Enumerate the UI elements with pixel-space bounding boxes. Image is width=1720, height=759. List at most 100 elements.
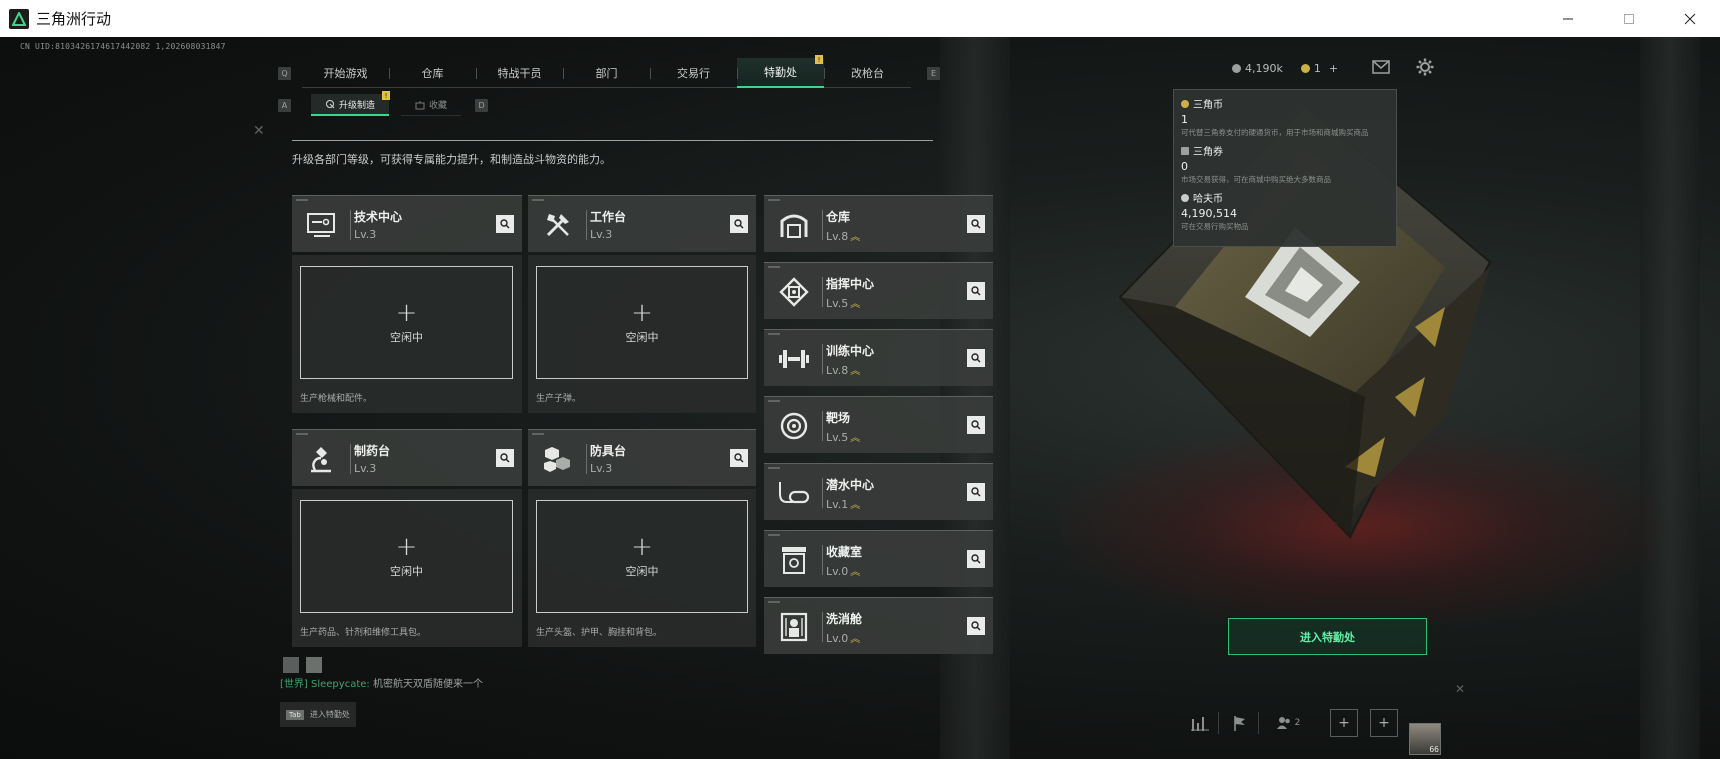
close-window-button[interactable]	[1659, 0, 1720, 37]
search-icon[interactable]	[967, 483, 985, 501]
tab-label: 部门	[595, 67, 618, 80]
subnav-prev-key[interactable]: A	[278, 98, 291, 112]
search-icon[interactable]	[967, 215, 985, 233]
search-icon[interactable]	[967, 282, 985, 300]
search-icon[interactable]	[967, 349, 985, 367]
card-warehouse[interactable]: 仓库 Lv.8 ︽	[764, 195, 993, 252]
tab-warehouse[interactable]: 仓库	[389, 58, 476, 88]
tab-label: 开始游戏	[323, 67, 368, 80]
enter-special-ops-button[interactable]: 进入特勤处	[1228, 618, 1427, 655]
card-pharmacy[interactable]: 制药台 Lv.3	[292, 429, 522, 486]
intro-text: 升级各部门等级，可获得专属能力提升，和制造战斗物资的能力。	[292, 153, 611, 166]
search-icon[interactable]	[967, 617, 985, 635]
settings-gear-icon[interactable]	[1416, 58, 1434, 80]
subnav-next-key[interactable]: D	[475, 98, 489, 112]
tab-start-game[interactable]: 开始游戏	[302, 58, 389, 88]
tab-operators[interactable]: 特战干员	[476, 58, 563, 88]
flag-icon[interactable]	[1226, 709, 1254, 737]
chat-text: 机密航天双盾随便来一个	[372, 679, 483, 690]
currency-bar: 4,190k 1 +	[1232, 59, 1338, 77]
card-level-row: Lv.5 ︽	[826, 429, 860, 444]
close-icon[interactable]: ✕	[253, 123, 265, 139]
chat-message[interactable]: [世界] Sleepycate: 机密航天双盾随便来一个	[280, 675, 483, 690]
card-level: Lv.3	[590, 462, 613, 475]
card-level: Lv.8	[826, 230, 849, 243]
production-slot[interactable]: + 空闲中	[536, 500, 748, 613]
search-icon[interactable]	[730, 215, 748, 233]
hafu-amount[interactable]: 4,190k	[1245, 62, 1283, 75]
mail-icon[interactable]	[1372, 59, 1390, 78]
card-diving-center[interactable]: 潜水中心 Lv.1 ︽	[764, 463, 993, 520]
card-workbench[interactable]: 工作台 Lv.3	[528, 195, 756, 252]
slot-status: 空闲中	[390, 330, 423, 344]
alert-badge: !	[815, 55, 823, 64]
tab-department[interactable]: 部门	[563, 58, 650, 88]
add-squad-slot-button[interactable]: +	[1330, 709, 1358, 737]
card-name: 潜水中心	[826, 478, 875, 492]
card-training-center[interactable]: 训练中心 Lv.8 ︽	[764, 329, 993, 386]
add-squad-slot-button[interactable]: +	[1370, 709, 1398, 737]
card-name: 制药台	[354, 444, 391, 458]
production-description: 生产头盔、护甲、胸挂和背包。	[536, 628, 663, 638]
search-icon[interactable]	[967, 550, 985, 568]
search-icon[interactable]	[496, 449, 514, 467]
currency-name: 三角券	[1193, 147, 1223, 158]
toolbar-divider	[1218, 712, 1219, 734]
game-viewport: CN UID:8103426174617442082 1,20260803184…	[0, 37, 1720, 759]
squad-icon[interactable]: 2	[1268, 709, 1308, 737]
tab-hint-label: 进入特勤处	[309, 710, 350, 719]
player-avatar[interactable]: 66	[1409, 723, 1441, 755]
app-logo-icon	[9, 8, 29, 29]
card-name: 靶场	[826, 411, 851, 425]
currency-value: 0	[1181, 160, 1188, 173]
tab-special-ops[interactable]: 特勤处 !	[737, 55, 824, 88]
card-level-row: Lv.5 ︽	[826, 295, 860, 310]
subtab-upgrade-craft[interactable]: 升级制造 !	[311, 91, 391, 116]
close-icon[interactable]: ✕	[1455, 682, 1465, 696]
subtab-collection[interactable]: 收藏	[401, 94, 462, 116]
sanjiao-amount[interactable]: 1	[1314, 62, 1321, 75]
stats-chart-icon[interactable]	[1186, 709, 1214, 737]
tab-trading[interactable]: 交易行	[650, 58, 737, 88]
sanjiao-voucher-icon	[1181, 146, 1189, 155]
card-level-row: Lv.0 ︽	[826, 563, 860, 578]
tab-hint[interactable]: Tab 进入特勤处	[280, 702, 356, 727]
card-name: 技术中心	[354, 210, 403, 224]
search-icon[interactable]	[967, 416, 985, 434]
minimize-button[interactable]	[1537, 0, 1598, 37]
currency-note: 可代替三角券支付的硬通货币，用于市场和商城购买商品	[1181, 128, 1369, 137]
window-titlebar: 三角洲行动	[0, 0, 1720, 37]
tab-gunsmith[interactable]: 改枪台	[824, 58, 911, 88]
card-level: Lv.5	[826, 431, 849, 444]
nav-next-key[interactable]: E	[927, 66, 940, 80]
card-level: Lv.3	[590, 228, 613, 241]
card-name: 工作台	[590, 210, 627, 224]
card-armor-bench[interactable]: 防具台 Lv.3	[528, 429, 756, 486]
card-level: Lv.1	[826, 498, 849, 511]
tab-label: 交易行	[677, 67, 710, 80]
sanjiao-coin-icon	[1181, 99, 1189, 108]
maximize-button[interactable]	[1598, 0, 1659, 37]
production-slot[interactable]: + 空闲中	[300, 500, 513, 613]
currency-tooltip: 三角币 1 可代替三角券支付的硬通货币，用于市场和商城购买商品 三角券 0 市场…	[1173, 89, 1397, 247]
nav-prev-key[interactable]: Q	[278, 66, 291, 80]
card-collection-room[interactable]: 收藏室 Lv.0 ︽	[764, 530, 993, 587]
card-tech-center[interactable]: 技术中心 Lv.3	[292, 195, 522, 252]
production-slot[interactable]: + 空闲中	[300, 266, 513, 379]
card-shooting-range[interactable]: 靶场 Lv.5 ︽	[764, 396, 993, 453]
card-decontamination[interactable]: 洗消舱 Lv.0 ︽	[764, 597, 993, 654]
card-level-row: Lv.1 ︽	[826, 496, 860, 511]
level-up-icon: ︽	[850, 500, 861, 511]
production-slot[interactable]: + 空闲中	[536, 266, 748, 379]
chat-channel-toggle[interactable]	[306, 657, 322, 673]
card-command-center[interactable]: 指挥中心 Lv.5 ︽	[764, 262, 993, 319]
hafu-coin-icon	[1232, 63, 1241, 73]
search-icon[interactable]	[496, 215, 514, 233]
production-panel-workbench: + 空闲中 生产子弹。	[528, 255, 756, 413]
card-name: 仓库	[826, 210, 851, 224]
chat-channel-toggle[interactable]	[283, 657, 299, 673]
search-icon[interactable]	[730, 449, 748, 467]
card-name: 洗消舱	[826, 612, 863, 626]
add-currency-button[interactable]: +	[1329, 62, 1338, 75]
slot-status: 空闲中	[625, 330, 659, 344]
